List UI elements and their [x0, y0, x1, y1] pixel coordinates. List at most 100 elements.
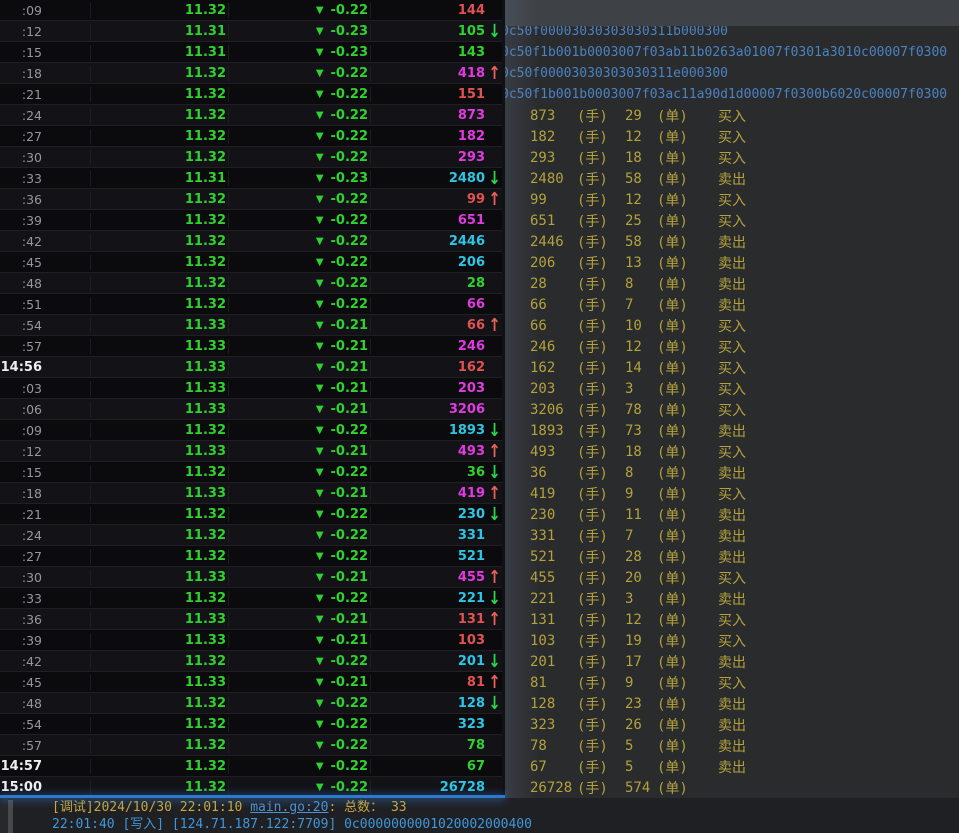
- tick-row[interactable]: :1211.31▼-0.23105↓: [0, 21, 502, 42]
- trade-direction: 买入: [718, 211, 778, 231]
- tick-change-value: -0.22: [331, 297, 368, 312]
- trade-row: 36(手)8(单)卖出: [505, 462, 959, 483]
- tick-row[interactable]: :5711.32▼-0.2278: [0, 735, 502, 756]
- trade-row: 419(手)9(单)买入: [505, 483, 959, 504]
- source-link[interactable]: main.go:20: [250, 800, 328, 815]
- down-triangle-icon: ▼: [316, 782, 324, 793]
- tick-change: ▼-0.22: [229, 150, 371, 165]
- tick-change-value: -0.22: [331, 759, 368, 774]
- tick-volume: 455: [371, 570, 487, 585]
- tick-volume: 521: [371, 549, 487, 564]
- tick-change-value: -0.22: [331, 192, 368, 207]
- tick-row[interactable]: :4511.33▼-0.2181↑: [0, 672, 502, 693]
- tick-price: 11.32: [91, 528, 229, 543]
- tick-row[interactable]: :3011.33▼-0.21455↑: [0, 567, 502, 588]
- tick-row[interactable]: :0911.32▼-0.221893↓: [0, 420, 502, 441]
- tick-row[interactable]: :3611.33▼-0.21131↑: [0, 609, 502, 630]
- tick-row[interactable]: :0611.33▼-0.213206: [0, 399, 502, 420]
- trade-volume: 131: [530, 612, 577, 628]
- trade-order-count: 5: [625, 738, 657, 754]
- tick-row[interactable]: :1511.31▼-0.23143: [0, 42, 502, 63]
- trade-volume: 419: [530, 486, 577, 502]
- tick-row[interactable]: :2411.32▼-0.22873: [0, 105, 502, 126]
- log-debug-prefix: [调试]2024/10/30 22:01:10: [52, 800, 250, 815]
- debug-console: [调试]2024/10/30 22:01:10 main.go:20: 总数： …: [0, 798, 959, 833]
- tick-change: ▼-0.22: [229, 213, 371, 228]
- tick-row[interactable]: :3311.32▼-0.22221↓: [0, 588, 502, 609]
- tick-change-value: -0.21: [331, 318, 368, 333]
- tick-time: :42: [0, 654, 91, 669]
- orders-unit-label: (单): [657, 694, 718, 714]
- tick-change: ▼-0.21: [229, 318, 371, 333]
- tick-row[interactable]: :5111.32▼-0.2266: [0, 294, 502, 315]
- tick-row[interactable]: :1811.32▼-0.22418↑: [0, 63, 502, 84]
- trade-detail-panel: 0c50f00003030303030311b0003000c50f1b001b…: [505, 0, 959, 798]
- tick-row[interactable]: :4811.32▼-0.2228: [0, 273, 502, 294]
- tick-time: :30: [0, 150, 91, 165]
- trade-volume: 651: [530, 213, 577, 229]
- tick-change: ▼-0.22: [229, 780, 371, 795]
- tick-row[interactable]: :3011.32▼-0.22293: [0, 147, 502, 168]
- tick-row[interactable]: :3911.33▼-0.21103: [0, 630, 502, 651]
- arrow-down-icon: ↓: [487, 505, 502, 523]
- orders-unit-label: (单): [657, 379, 718, 399]
- tick-change-value: -0.21: [331, 444, 368, 459]
- tick-row[interactable]: :1211.33▼-0.21493↑: [0, 441, 502, 462]
- tick-volume: 873: [371, 108, 487, 123]
- tick-row[interactable]: :5411.32▼-0.22323: [0, 714, 502, 735]
- tick-price: 11.32: [91, 780, 229, 795]
- tick-volume: 131: [371, 612, 487, 627]
- tick-change-value: -0.22: [331, 3, 368, 18]
- tick-row[interactable]: :0911.32▼-0.22144: [0, 0, 502, 21]
- tick-change-value: -0.21: [331, 402, 368, 417]
- down-triangle-icon: ▼: [316, 215, 324, 226]
- console-scrollbar-thumb[interactable]: [8, 800, 13, 833]
- trade-volume: 206: [530, 255, 577, 271]
- tick-row[interactable]: :5711.33▼-0.21246: [0, 336, 502, 357]
- trade-order-count: 28: [625, 549, 657, 565]
- tick-row[interactable]: :2711.32▼-0.22182: [0, 126, 502, 147]
- tick-price: 11.33: [91, 339, 229, 354]
- tick-row[interactable]: :2111.32▼-0.22230↓: [0, 504, 502, 525]
- tick-change: ▼-0.22: [229, 507, 371, 522]
- arrow-up-icon: ↑: [487, 442, 502, 460]
- arrow-down-icon: ↓: [487, 589, 502, 607]
- trade-row: 521(手)28(单)卖出: [505, 546, 959, 567]
- trade-volume: 201: [530, 654, 577, 670]
- tick-change: ▼-0.22: [229, 192, 371, 207]
- trading-app-window: :0911.32▼-0.22144:1211.31▼-0.23105↓:1511…: [0, 0, 959, 833]
- tick-row[interactable]: :2411.32▼-0.22331: [0, 525, 502, 546]
- tick-row[interactable]: :4811.32▼-0.22128↓: [0, 693, 502, 714]
- tick-price: 11.32: [91, 87, 229, 102]
- tick-row[interactable]: :4211.32▼-0.222446: [0, 231, 502, 252]
- tick-row[interactable]: 14:5711.32▼-0.2267: [0, 756, 502, 777]
- tick-time: :39: [0, 633, 91, 648]
- trade-volume: 78: [530, 738, 577, 754]
- tick-price: 11.33: [91, 444, 229, 459]
- tick-row[interactable]: :2711.32▼-0.22521: [0, 546, 502, 567]
- tick-row[interactable]: :3311.31▼-0.232480↓: [0, 168, 502, 189]
- tick-row[interactable]: :2111.32▼-0.22151: [0, 84, 502, 105]
- tick-row[interactable]: :0311.33▼-0.21203: [0, 378, 502, 399]
- tick-row[interactable]: 14:5611.33▼-0.21162: [0, 357, 502, 378]
- trade-order-count: 25: [625, 213, 657, 229]
- orders-unit-label: (单): [657, 484, 718, 504]
- tick-row[interactable]: :5411.33▼-0.2166↑: [0, 315, 502, 336]
- tick-change-value: -0.22: [331, 528, 368, 543]
- trade-order-count: 12: [625, 129, 657, 145]
- tick-row[interactable]: :3911.32▼-0.22651: [0, 210, 502, 231]
- tick-time: :09: [0, 423, 91, 438]
- tick-row[interactable]: :3611.32▼-0.2299↑: [0, 189, 502, 210]
- tick-row[interactable]: :1811.33▼-0.21419↑: [0, 483, 502, 504]
- tick-change-value: -0.22: [331, 654, 368, 669]
- tick-row[interactable]: :4511.32▼-0.22206: [0, 252, 502, 273]
- trade-direction: 卖出: [718, 463, 778, 483]
- orders-unit-label: (单): [657, 526, 718, 546]
- hex-packet-line: 0c50f1b001b0003007f03ac11a90d1d00007f030…: [505, 84, 947, 105]
- tick-row[interactable]: :4211.32▼-0.22201↓: [0, 651, 502, 672]
- tick-row[interactable]: :1511.32▼-0.2236↓: [0, 462, 502, 483]
- tick-price: 11.33: [91, 570, 229, 585]
- lots-unit-label: (手): [577, 253, 625, 273]
- tick-change: ▼-0.21: [229, 402, 371, 417]
- time-and-sales-table: :0911.32▼-0.22144:1211.31▼-0.23105↓:1511…: [0, 0, 502, 798]
